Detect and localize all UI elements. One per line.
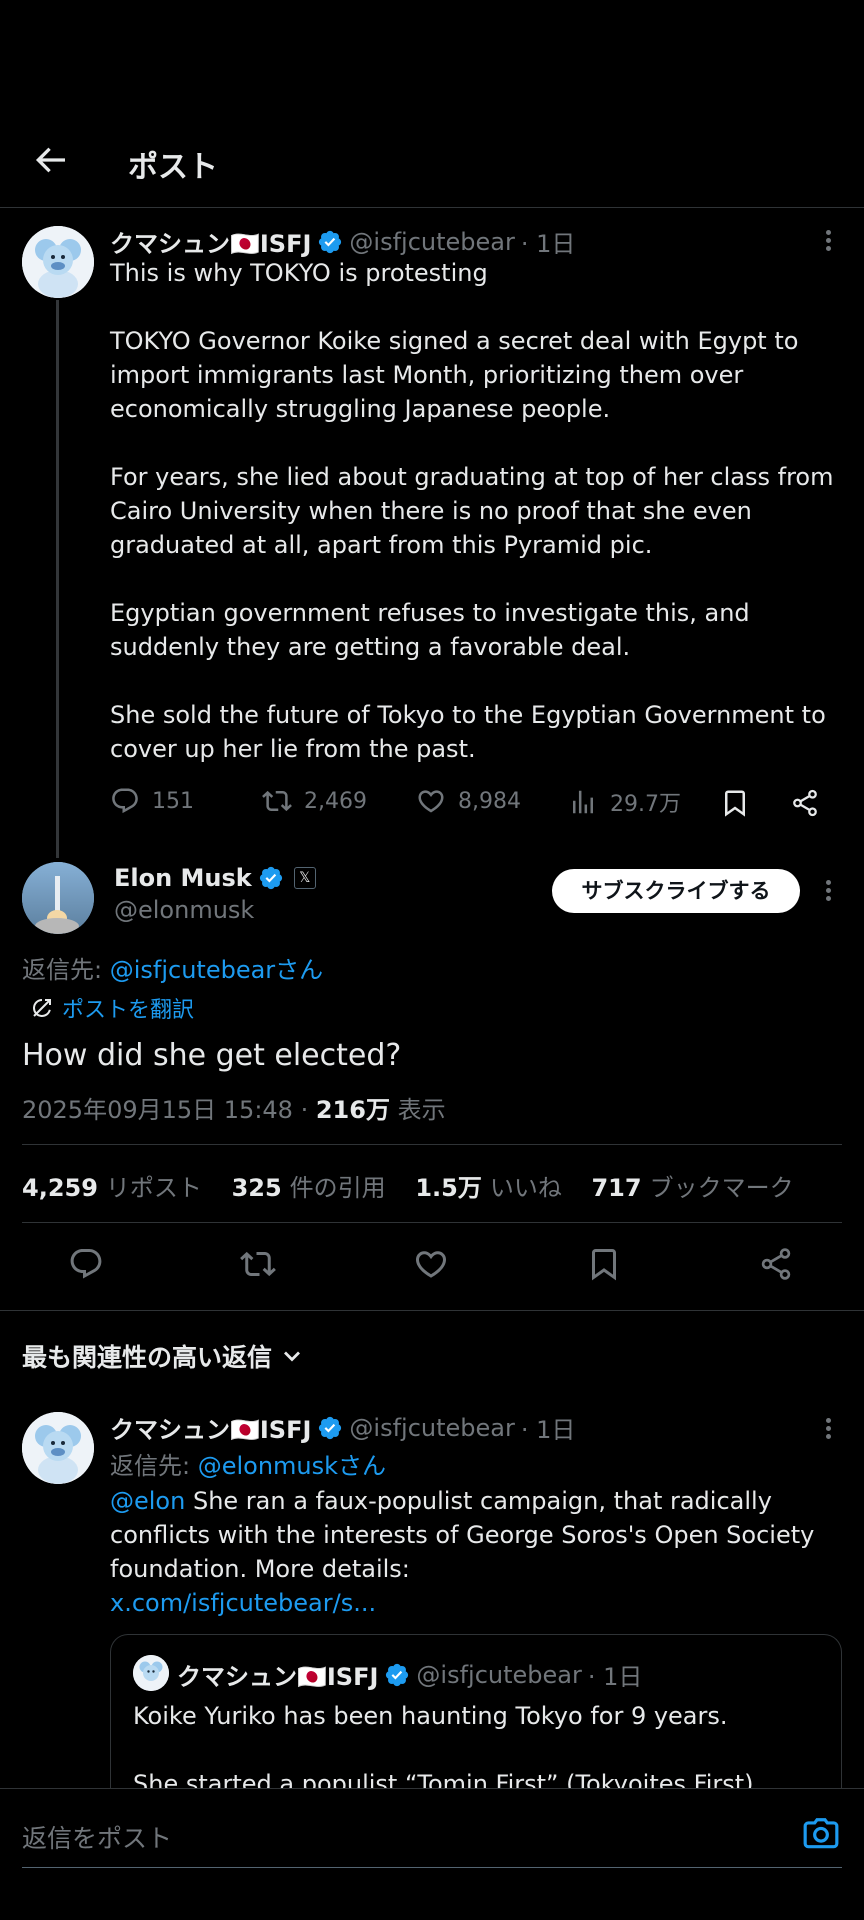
subscribe-button[interactable]: サブスクライブする: [552, 869, 800, 913]
camera-icon[interactable]: [802, 1815, 840, 1853]
divider: [22, 1222, 842, 1223]
reply-sort-dropdown[interactable]: 最も関連性の高い返信: [22, 1338, 306, 1374]
repost-button[interactable]: 2,469: [262, 786, 367, 816]
reply-to: 返信先: @elonmuskさん: [110, 1446, 386, 1481]
stat-bookmarks[interactable]: 717 ブックマーク: [591, 1174, 793, 1202]
author-name[interactable]: クマシュン🇯🇵ISFJ: [110, 224, 311, 259]
author-row: Elon Musk 𝕏: [114, 864, 316, 892]
post-body: This is why TOKYO is protesting TOKYO Go…: [110, 256, 850, 800]
author-row: クマシュン🇯🇵ISFJ @isfjcutebear · 1日: [177, 1657, 642, 1692]
url-link[interactable]: x.com/isfjcutebear/s...: [110, 1589, 376, 1617]
quote-text: Koike Yuriko has been haunting Tokyo for…: [133, 1699, 833, 1794]
post-actions: 151 2,469 8,984 29.7万: [110, 786, 830, 822]
verified-badge-icon: [386, 1663, 409, 1686]
avatar[interactable]: [22, 1412, 94, 1484]
quote-line: Koike Yuriko has been haunting Tokyo for…: [133, 1702, 728, 1730]
back-arrow-icon[interactable]: [30, 140, 70, 180]
author-handle[interactable]: @isfjcutebear: [349, 228, 514, 256]
author-row: クマシュン🇯🇵ISFJ @isfjcutebear · 1日: [110, 1410, 575, 1445]
stat-reposts[interactable]: 4,259 リポスト: [22, 1174, 202, 1202]
bear-avatar-icon: [133, 1655, 169, 1691]
reply-icon: [112, 788, 138, 814]
post-paragraph: TOKYO Governor Koike signed a secret dea…: [110, 327, 799, 423]
post-timestamp: 2025年09月15日 15:48 · 216万 表示: [22, 1090, 446, 1125]
like-count: 8,984: [458, 788, 521, 814]
post-time: · 1日: [520, 1416, 576, 1444]
views-label: 表示: [389, 1096, 446, 1124]
post-paragraph: For years, she lied about graduating at …: [110, 463, 834, 559]
heart-icon: [418, 790, 444, 813]
avatar: [133, 1655, 169, 1691]
rocket-avatar-icon: [22, 862, 94, 934]
divider: [22, 1144, 842, 1145]
more-options-icon[interactable]: [816, 878, 840, 902]
quoted-post[interactable]: クマシュン🇯🇵ISFJ @isfjcutebear · 1日 Koike Yur…: [110, 1634, 842, 1794]
main-post-actions: [0, 1246, 864, 1286]
timestamp-text: 2025年09月15日 15:48 ·: [22, 1096, 316, 1124]
author-row: クマシュン🇯🇵ISFJ @isfjcutebear · 1日: [110, 224, 575, 259]
reply-to-prefix: 返信先:: [22, 956, 110, 984]
post-paragraph: She sold the future of Tokyo to the Egyp…: [110, 701, 826, 763]
divider: [0, 1310, 864, 1311]
page-title: ポスト: [128, 150, 218, 185]
post-text: How did she get elected?: [22, 1038, 402, 1073]
share-icon[interactable]: [790, 788, 820, 818]
post-stats: 4,259 リポスト 325 件の引用 1.5万 いいね 717 ブックマーク: [22, 1168, 816, 1203]
share-icon[interactable]: [758, 1246, 794, 1282]
post-time: · 1日: [520, 230, 576, 258]
avatar[interactable]: [22, 226, 94, 298]
reply-text: She ran a faux-populist campaign, that r…: [110, 1487, 815, 1583]
reply-count: 151: [152, 788, 194, 814]
author-handle[interactable]: @elonmusk: [114, 896, 254, 924]
translate-post-link[interactable]: ポストを翻訳: [30, 992, 194, 1024]
like-button[interactable]: 8,984: [416, 786, 521, 816]
repost-count: 2,469: [304, 788, 367, 814]
author-name: クマシュン🇯🇵ISFJ: [177, 1663, 379, 1691]
thread-line: [56, 300, 59, 858]
reply-to-handle[interactable]: @isfjcutebearさん: [110, 956, 323, 984]
top-bar: ポスト: [0, 120, 864, 208]
mention-link[interactable]: @elon: [110, 1487, 185, 1515]
author-handle[interactable]: @isfjcutebear: [349, 1414, 514, 1442]
verified-badge-icon: [319, 230, 342, 253]
x-affiliation-icon: 𝕏: [293, 867, 316, 889]
reply-sort-label: 最も関連性の高い返信: [22, 1343, 273, 1372]
more-options-icon[interactable]: [816, 1416, 840, 1440]
reply-icon[interactable]: [68, 1246, 104, 1282]
views-count: 216万: [315, 1096, 390, 1124]
view-count: 29.7万: [610, 792, 681, 817]
avatar[interactable]: [22, 862, 94, 934]
verified-badge-icon: [319, 1416, 342, 1439]
views-button[interactable]: 29.7万: [568, 786, 681, 818]
bear-avatar-icon: [22, 226, 94, 298]
more-options-icon[interactable]: [816, 228, 840, 252]
reply-body: @elon She ran a faux-populist campaign, …: [110, 1484, 830, 1620]
author-name[interactable]: Elon Musk: [114, 864, 252, 892]
reply-to: 返信先: @isfjcutebearさん: [22, 950, 323, 985]
post-paragraph: This is why TOKYO is protesting: [110, 259, 488, 287]
author-handle: @isfjcutebear: [416, 1660, 582, 1689]
verified-badge-icon: [259, 866, 282, 890]
analytics-icon: [573, 790, 593, 814]
divider: [22, 1867, 842, 1868]
heart-icon[interactable]: [413, 1246, 449, 1282]
post-paragraph: Egyptian government refuses to investiga…: [110, 599, 750, 661]
reply-input[interactable]: 返信をポスト: [22, 1819, 172, 1855]
translate-label: ポストを翻訳: [62, 998, 195, 1023]
bookmark-icon[interactable]: [720, 788, 750, 818]
reply-to-prefix: 返信先:: [110, 1452, 198, 1480]
reply-button[interactable]: 151: [110, 786, 194, 816]
repost-icon[interactable]: [240, 1246, 276, 1282]
translate-icon: [33, 999, 51, 1017]
reply-composer: 返信をポスト: [0, 1788, 864, 1920]
author-name[interactable]: クマシュン🇯🇵ISFJ: [110, 1410, 311, 1445]
stat-likes[interactable]: 1.5万 いいね: [415, 1174, 562, 1202]
post-time: · 1日: [587, 1663, 643, 1691]
chevron-down-icon: [284, 1351, 301, 1362]
repost-icon: [262, 790, 292, 812]
bear-avatar-icon: [22, 1412, 94, 1484]
stat-quotes[interactable]: 325 件の引用: [232, 1174, 386, 1202]
reply-to-handle[interactable]: @elonmuskさん: [198, 1452, 386, 1480]
bookmark-icon[interactable]: [586, 1246, 622, 1282]
